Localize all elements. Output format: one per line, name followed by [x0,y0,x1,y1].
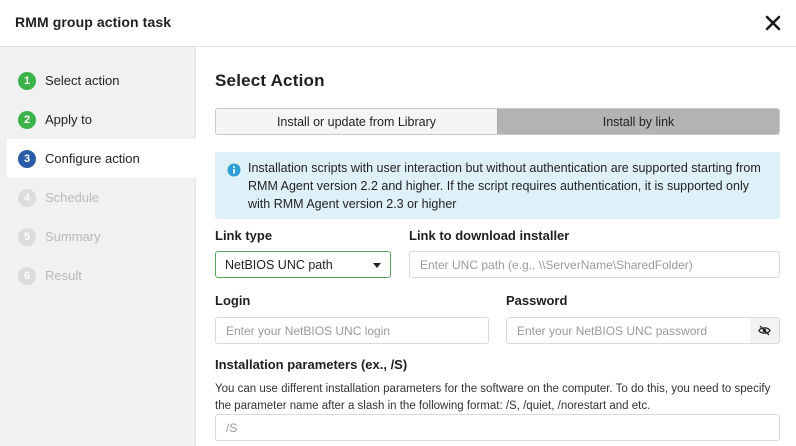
toggle-password-visibility-button[interactable] [750,317,780,344]
info-text: Installation scripts with user interacti… [248,161,761,211]
link-type-select[interactable]: NetBIOS UNC path [215,251,391,278]
step-number: 4 [18,188,36,207]
download-link-input[interactable] [409,251,780,278]
configure-panel: Select Action Install or update from Lib… [197,47,796,446]
eye-slash-icon [758,325,771,336]
password-label: Password [506,293,568,308]
step-number: 3 [18,149,36,168]
install-mode-tabs: Install or update from Library Install b… [215,108,780,135]
link-type-value: NetBIOS UNC path [225,257,333,272]
caret-down-icon [373,263,381,268]
login-input[interactable] [215,317,489,344]
download-link-label: Link to download installer [409,228,570,243]
step-label: Apply to [45,112,92,127]
dialog-header: RMM group action task [0,0,796,47]
step-apply-to[interactable]: 2 Apply to [7,100,196,139]
step-summary: 5 Summary [7,217,196,256]
install-params-help: You can use different installation param… [215,383,771,412]
login-label: Login [215,293,251,308]
step-label: Result [45,268,82,283]
step-number: 5 [18,227,36,246]
info-icon [227,163,241,177]
section-title: Select Action [215,71,325,90]
step-select-action[interactable]: 1 Select action [7,61,196,100]
step-configure-action[interactable]: 3 Configure action [7,139,196,178]
close-icon[interactable] [762,12,784,34]
install-params-label: Installation parameters (ex., /S) [215,357,408,372]
password-input[interactable] [506,317,751,344]
tab-install-from-library[interactable]: Install or update from Library [216,109,497,134]
wizard-steps: 1 Select action 2 Apply to 3 Configure a… [0,47,196,446]
tab-install-by-link[interactable]: Install by link [497,109,779,134]
step-label: Configure action [45,151,140,166]
step-label: Select action [45,73,120,88]
link-type-label: Link type [215,228,273,243]
dialog-title: RMM group action task [15,14,172,30]
step-result: 6 Result [7,256,196,295]
step-number: 2 [18,110,36,129]
step-label: Summary [45,229,101,244]
step-number: 6 [18,266,36,285]
info-banner: Installation scripts with user interacti… [215,152,780,219]
step-label: Schedule [45,190,100,205]
step-schedule: 4 Schedule [7,178,196,217]
step-number: 1 [18,71,36,90]
install-params-input[interactable] [215,414,780,441]
